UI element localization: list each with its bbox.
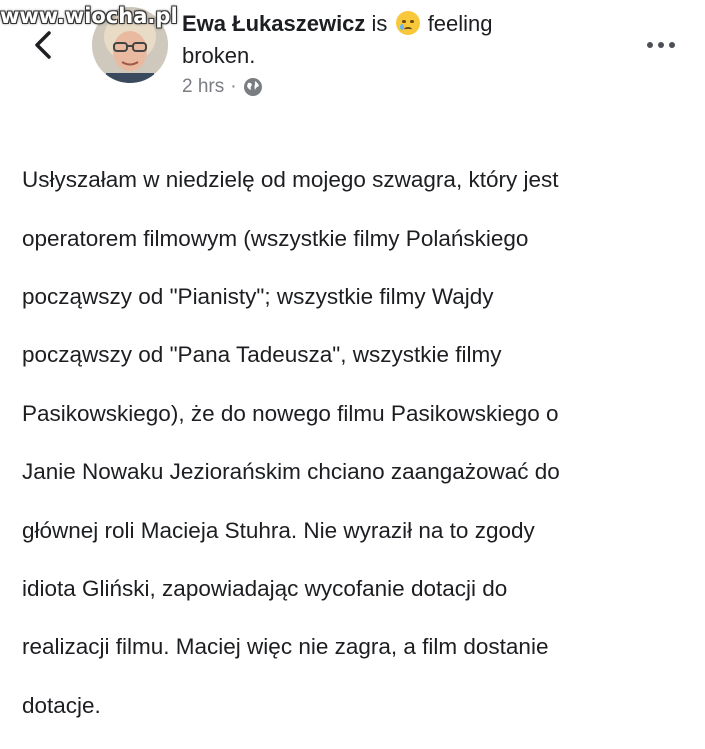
watermark: www.wiocha.pl [0, 4, 178, 28]
post-meta: 2 hrs · [182, 76, 263, 98]
post-line: operatorem filmowym (wszystkie filmy Pol… [22, 225, 529, 251]
post-line: głównej roli Macieja Stuhra. Nie wyraził… [22, 517, 535, 543]
post-line: Janie Nowaku Jeziorańskim chciano zaanga… [22, 459, 560, 485]
post-line: dotacje. [22, 692, 101, 718]
feeling-text: feeling [427, 11, 493, 36]
post-timestamp[interactable]: 2 hrs [182, 76, 224, 98]
post-line: począwszy od "Pana Tadeusza", wszystkie … [22, 342, 502, 368]
more-options-icon[interactable] [647, 42, 675, 48]
feeling-value: broken. [182, 43, 256, 68]
post-line: Pasikowskiego), że do nowego filmu Pasik… [22, 400, 559, 426]
is-text: is [371, 11, 388, 36]
author-name[interactable]: Ewa Łukaszewicz [182, 11, 365, 36]
post-line: realizacji filmu. Maciej więc nie zagra,… [22, 634, 549, 660]
back-arrow-icon[interactable] [30, 30, 56, 60]
post-line: Usłyszałam w niedzielę od mojego szwagra… [22, 167, 559, 193]
post-line: począwszy od "Pianisty"; wszystkie filmy… [22, 284, 494, 310]
crying-face-icon [395, 11, 420, 35]
globe-icon [243, 78, 262, 96]
meta-separator: · [230, 76, 237, 97]
post-body: Usłyszałam w niedzielę od mojego szwagra… [22, 136, 687, 749]
post-line: idiota Gliński, zapowiadając wycofanie d… [22, 576, 508, 602]
post-header: Ewa Łukaszewicz is feeling [182, 10, 493, 38]
